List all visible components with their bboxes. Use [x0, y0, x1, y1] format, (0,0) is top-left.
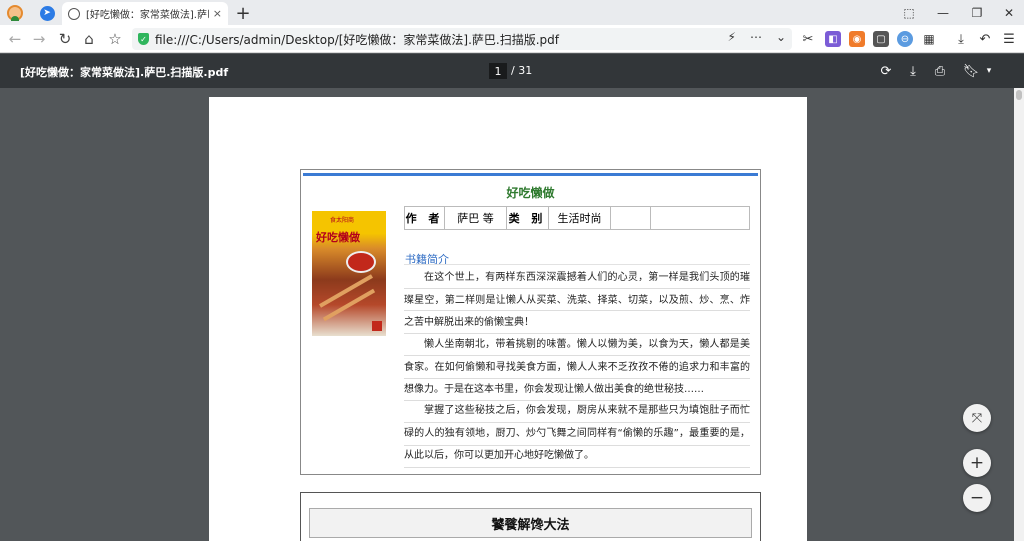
user-avatar-icon[interactable] [4, 3, 26, 23]
address-bar[interactable]: ✓ file:///C:/Users/admin/Desktop/[好吃懒做：家… [132, 28, 792, 50]
globe-icon [68, 7, 80, 20]
text-rule [404, 422, 750, 423]
section-divider [404, 264, 750, 265]
text-rule [404, 333, 750, 334]
back-arrow-icon[interactable]: ← [4, 29, 26, 49]
pdf-title: [好吃懒做：家常菜做法].萨巴.扫描版.pdf [20, 66, 229, 79]
star-list-icon[interactable]: ☆ [104, 29, 126, 49]
recipe-section-card: 饕餮解馋大法 [300, 492, 761, 541]
category-value: 生活时尚 [549, 207, 611, 229]
book-cover-image: 食太阳商 好吃懒做 [312, 211, 386, 336]
text-rule [404, 288, 750, 289]
sauce-bowl-icon [346, 251, 376, 273]
intro-paragraph: 懒人坐南朝北，带着挑剔的味蕾。懒人以懒为美，以食为天，懒人都是美食家。在如何偷懒… [404, 339, 750, 395]
reload-icon[interactable]: ↻ [54, 29, 76, 49]
game-icon[interactable]: ◉ [849, 31, 865, 47]
menu-icon[interactable]: ☰ [1001, 31, 1017, 47]
category-label: 类 别 [507, 207, 549, 229]
chevron-down-icon[interactable]: ⌄ [776, 30, 786, 44]
text-rule [404, 467, 750, 468]
card-accent-line [303, 173, 758, 176]
minimize-button[interactable]: — [926, 0, 960, 25]
secure-shield-icon: ✓ [138, 33, 149, 45]
empty-cell [651, 207, 749, 229]
tab-close-icon[interactable]: × [213, 7, 222, 20]
skewer-icon [319, 274, 373, 308]
screenshot-icon[interactable]: ▢ [873, 31, 889, 47]
pdf-toolbar: [好吃懒做：家常菜做法].萨巴.扫描版.pdf 1 / 31 ⟳ ⤓ ⎙ 🔖︎ … [0, 54, 1024, 88]
page-number-input[interactable]: 1 [489, 63, 507, 79]
text-rule [404, 445, 750, 446]
page-total: / 31 [511, 64, 533, 77]
bookmark-dropdown-icon[interactable]: ▾ [980, 62, 998, 80]
publisher-mark-icon [372, 321, 382, 331]
scrollbar[interactable] [1014, 88, 1024, 541]
intro-paragraph: 在这个世上，有两样东西深深震撼着人们的心灵，第一样是我们头顶的璀璨星空，第二样则… [404, 272, 750, 328]
forward-arrow-icon[interactable]: → [28, 29, 50, 49]
book-meta-table: 作 者 萨巴 等 类 别 生活时尚 [404, 206, 750, 230]
skin-icon[interactable]: ⬚ [892, 0, 926, 25]
extension-purple-icon[interactable]: ◧ [825, 31, 841, 47]
zoom-in-button[interactable]: + [963, 449, 991, 477]
scissors-icon[interactable]: ✂ [800, 31, 816, 47]
telegram-icon[interactable]: ➤ [36, 3, 58, 23]
more-icon[interactable]: ⋯ [750, 30, 762, 44]
bookmark-icon[interactable]: 🔖︎ [962, 62, 980, 80]
author-value: 萨巴 等 [445, 207, 507, 229]
download-manager-icon[interactable]: ⤓ [953, 31, 969, 47]
text-rule [404, 378, 750, 379]
lightning-icon[interactable]: ⚡ [728, 30, 736, 44]
restore-button[interactable]: ❐ [960, 0, 994, 25]
print-icon[interactable]: ⎙ [931, 62, 949, 80]
cover-title: 好吃懒做 [316, 231, 360, 244]
section-heading: 饕餮解馋大法 [309, 508, 752, 538]
tab-strip: ➤ [好吃懒做：家常菜做法].萨巴 × + ⬚ — ❐ ✕ [0, 0, 1024, 25]
home-icon[interactable]: ⌂ [78, 29, 100, 49]
navigation-bar: ← → ↻ ⌂ ☆ ✓ file:///C:/Users/admin/Deskt… [0, 25, 1024, 53]
apps-grid-icon[interactable]: ▦ [921, 31, 937, 47]
cover-header: 食太阳商 [330, 217, 355, 224]
author-label: 作 者 [405, 207, 445, 229]
scrollbar-thumb[interactable] [1016, 90, 1022, 100]
intro-paragraph: 掌握了这些秘技之后，你会发现，厨房从来就不是那些只为填饱肚子而忙碌的人的独有领地… [404, 405, 750, 461]
rotate-icon[interactable]: ⟳ [877, 62, 895, 80]
download-icon[interactable]: ⤓ [904, 62, 922, 80]
book-title: 好吃懒做 [506, 186, 555, 200]
fit-page-button[interactable]: ⤧ [963, 404, 991, 432]
skewer-icon [322, 288, 376, 322]
new-tab-button[interactable]: + [232, 3, 254, 24]
empty-cell [611, 207, 651, 229]
translate-icon[interactable]: ⊖ [897, 31, 913, 47]
text-rule [404, 355, 750, 356]
book-info-card: 好吃懒做 食太阳商 好吃懒做 作 者 萨巴 等 类 别 生活时尚 书籍简介 在这… [300, 169, 761, 475]
active-tab[interactable]: [好吃懒做：家常菜做法].萨巴 × [62, 2, 228, 25]
zoom-out-button[interactable]: − [963, 484, 991, 512]
address-text[interactable]: file:///C:/Users/admin/Desktop/[好吃懒做：家常菜… [155, 31, 559, 48]
text-rule [404, 310, 750, 311]
undo-icon[interactable]: ↶ [977, 31, 993, 47]
close-window-button[interactable]: ✕ [992, 0, 1024, 25]
tab-title: [好吃懒做：家常菜做法].萨巴 [86, 10, 209, 21]
text-rule [404, 400, 750, 401]
